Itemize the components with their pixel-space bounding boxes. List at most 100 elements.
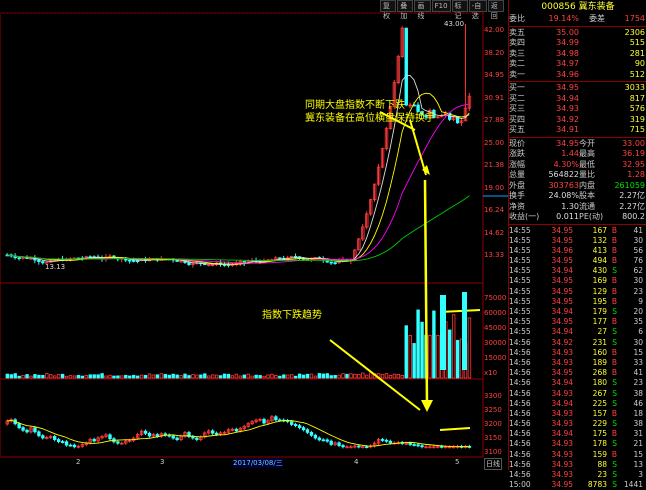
asks-price: 34.97 bbox=[535, 59, 579, 70]
volume-bar bbox=[144, 375, 147, 378]
tick-direction: B bbox=[607, 246, 617, 256]
price_axis-tick: 21.38 bbox=[484, 161, 508, 169]
volume-pane-frame bbox=[0, 283, 483, 379]
bids-row: 买一34.953033 bbox=[509, 83, 646, 94]
toolbar-button[interactable]: 叠加 bbox=[397, 0, 413, 12]
index-candle bbox=[389, 441, 392, 443]
index-candle bbox=[38, 432, 41, 436]
period-label[interactable]: 日线 bbox=[484, 458, 502, 470]
date-label: 2 bbox=[76, 458, 80, 466]
index-candle bbox=[290, 422, 293, 425]
index-candle bbox=[117, 442, 120, 443]
toolbar-button[interactable]: 标记 bbox=[452, 0, 468, 12]
tick-list[interactable]: 14:5534.95167B4114:5534.95132B3014:5534.… bbox=[509, 226, 646, 490]
volume-bar bbox=[57, 374, 60, 378]
tick-direction: B bbox=[607, 348, 617, 358]
tick-time: 15:00 bbox=[509, 480, 543, 490]
tick-time: 14:55 bbox=[509, 317, 543, 327]
price_axis-tick: 38.20 bbox=[484, 49, 508, 57]
volume-bar bbox=[271, 374, 274, 378]
index-candle bbox=[263, 419, 266, 423]
index-candle bbox=[156, 435, 159, 437]
ask-list: 卖五35.002306卖四34.99515卖三34.98281卖二34.9790… bbox=[509, 28, 646, 81]
tick-price: 34.94 bbox=[543, 307, 573, 317]
bids-row: 买五34.91715 bbox=[509, 125, 646, 136]
volume-bar bbox=[275, 375, 278, 378]
toolbar-button[interactable]: 复权 bbox=[380, 0, 396, 12]
tick-time: 14:56 bbox=[509, 348, 543, 358]
volume-bar bbox=[247, 374, 250, 378]
toolbar-button[interactable]: 返回 bbox=[488, 0, 504, 12]
kline-chart[interactable] bbox=[0, 0, 508, 470]
tick-volume: 160 bbox=[573, 348, 607, 358]
index-candle bbox=[326, 440, 329, 441]
quote-row: 涨幅4.30%最低32.95 bbox=[509, 160, 646, 171]
quote-value: 1.44 bbox=[535, 149, 579, 160]
volume-bar bbox=[413, 343, 416, 378]
tick-volume: 225 bbox=[573, 399, 607, 409]
toolbar-button[interactable]: 画线 bbox=[414, 0, 430, 12]
tick-count: 9 bbox=[617, 297, 643, 307]
bids-volume: 3033 bbox=[579, 83, 645, 94]
tick-count: 13 bbox=[617, 460, 643, 470]
volume-bar bbox=[200, 375, 203, 378]
volume-bar bbox=[14, 374, 17, 378]
toolbar-button[interactable]: -自选 bbox=[469, 0, 487, 12]
quote-label: 收益(一) bbox=[509, 212, 535, 223]
volume-bar bbox=[34, 374, 37, 378]
volume-bar bbox=[6, 374, 9, 378]
tick-row: 14:5634.93159B15 bbox=[509, 450, 646, 460]
tick-direction: S bbox=[607, 307, 617, 317]
tick-count: 23 bbox=[617, 287, 643, 297]
volume-bar bbox=[117, 376, 120, 378]
price_axis-tick: 30.91 bbox=[484, 94, 508, 102]
candle-body bbox=[132, 260, 135, 261]
tick-row: 14:5634.9323S3 bbox=[509, 470, 646, 480]
volume-bar bbox=[330, 376, 333, 378]
bids-price: 34.95 bbox=[535, 83, 579, 94]
bids-volume: 319 bbox=[579, 115, 645, 126]
asks-label: 卖三 bbox=[509, 49, 535, 60]
index-candle bbox=[441, 446, 444, 447]
tick-price: 34.93 bbox=[543, 470, 573, 480]
vol_axis-tick: x10 bbox=[484, 369, 508, 377]
chart-toolbar: 复权叠加画线F10标记-自选返回 bbox=[380, 0, 505, 12]
tick-price: 34.94 bbox=[543, 399, 573, 409]
tick-price: 34.93 bbox=[543, 348, 573, 358]
tick-volume: 23 bbox=[573, 470, 607, 480]
volume-bar bbox=[101, 374, 104, 378]
quote-value: 2.27亿 bbox=[605, 202, 645, 213]
candle-body bbox=[128, 260, 131, 261]
volume-bar bbox=[342, 374, 345, 378]
toolbar-button[interactable]: F10 bbox=[432, 0, 451, 12]
asks-volume: 281 bbox=[579, 49, 645, 60]
asks-price: 34.99 bbox=[535, 38, 579, 49]
quote-label: 流通 bbox=[579, 202, 605, 213]
volume-bar bbox=[456, 340, 459, 378]
tick-volume: 167 bbox=[573, 226, 607, 236]
tick-direction: S bbox=[607, 439, 617, 449]
volume-bar bbox=[409, 335, 412, 378]
volume-bar bbox=[286, 375, 289, 378]
asks-label: 卖五 bbox=[509, 28, 535, 39]
tick-price: 34.95 bbox=[543, 297, 573, 307]
tick-time: 14:56 bbox=[509, 470, 543, 480]
tick-time: 14:56 bbox=[509, 368, 543, 378]
candle-body bbox=[42, 262, 45, 263]
volume-bar bbox=[105, 376, 108, 378]
volume-bar bbox=[385, 374, 388, 378]
bids-label: 买四 bbox=[509, 115, 535, 126]
candle-body bbox=[294, 256, 297, 257]
tick-row: 14:5634.93229S38 bbox=[509, 419, 646, 429]
volume-bar bbox=[219, 376, 222, 378]
volume-bar bbox=[192, 375, 195, 378]
candle-body bbox=[330, 262, 333, 263]
price_axis-tick: 14.62 bbox=[484, 229, 508, 237]
tick-count: 38 bbox=[617, 389, 643, 399]
index-candle bbox=[93, 439, 96, 441]
date-label: 2017/03/08/三 bbox=[233, 458, 283, 468]
quote-label: 现价 bbox=[509, 139, 535, 150]
tick-count: 41 bbox=[617, 368, 643, 378]
tick-count: 21 bbox=[617, 439, 643, 449]
tick-direction: B bbox=[607, 226, 617, 236]
